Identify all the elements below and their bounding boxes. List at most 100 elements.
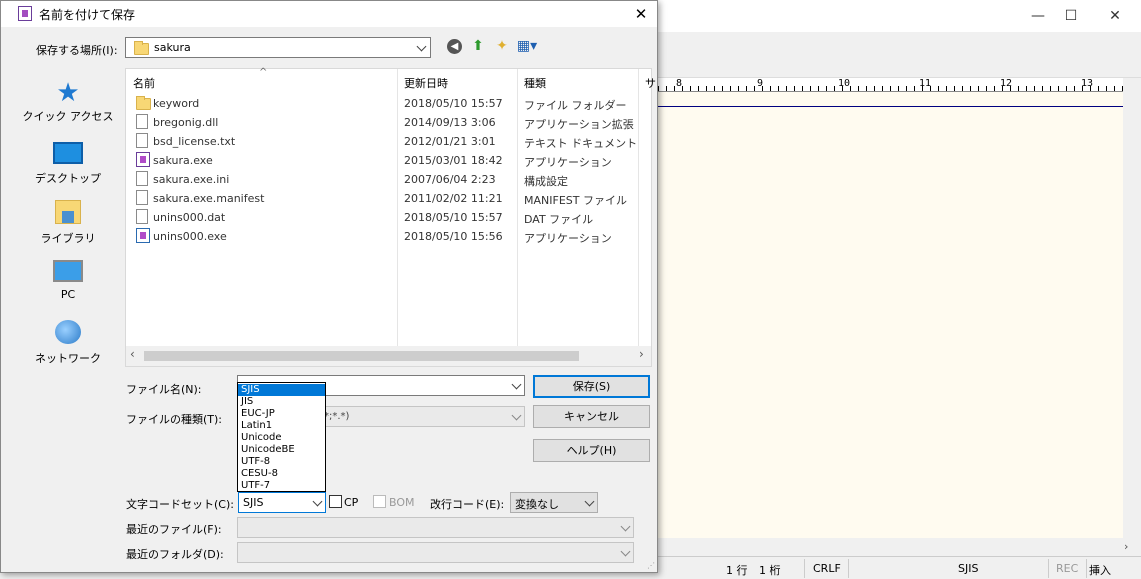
place-pc[interactable]: PC (18, 260, 118, 301)
column-header-size[interactable]: サ (645, 75, 656, 91)
place-network[interactable]: ネットワーク (18, 320, 118, 366)
file-type: DAT ファイル (524, 213, 594, 226)
charset-option-cesu-8[interactable]: CESU-8 (238, 468, 325, 480)
vertical-scrollbar[interactable] (1123, 78, 1141, 538)
file-name: sakura.exe.ini (153, 173, 230, 186)
filename-label: ファイル名(N): (126, 383, 202, 396)
cp-label: CP (344, 496, 359, 509)
list-item[interactable]: bsd_license.txt 2012/01/21 3:01 テキスト ドキュ… (126, 132, 651, 151)
recent-files-label: 最近のファイル(F): (126, 523, 222, 536)
status-encoding: SJIS (958, 562, 979, 575)
list-item[interactable]: bregonig.dll 2014/09/13 3:06 アプリケーション拡張 (126, 113, 651, 132)
place-label: クイック アクセス (22, 110, 114, 123)
save-in-dropdown[interactable]: sakura (125, 37, 431, 58)
sakura-app-icon (136, 152, 150, 167)
save-button[interactable]: 保存(S) (533, 375, 650, 398)
ruler-number: 11 (919, 78, 932, 89)
chevron-down-icon (312, 496, 323, 507)
status-rec: REC (1056, 562, 1079, 575)
charset-option-sjis[interactable]: SJIS (238, 384, 325, 396)
charset-option-unicode[interactable]: Unicode (238, 432, 325, 444)
minimize-button[interactable]: — (1023, 4, 1053, 28)
scrollbar-thumb[interactable] (144, 351, 579, 361)
file-name: bsd_license.txt (153, 135, 236, 148)
bom-checkbox[interactable] (373, 495, 386, 508)
charset-dropdown[interactable]: SJIS (238, 492, 326, 513)
file-name: bregonig.dll (153, 116, 219, 129)
charset-option-euc-jp[interactable]: EUC-JP (238, 408, 325, 420)
file-list[interactable]: 名前 ^ 更新日時 種類 サ keyword 2018/05/10 15:57 … (125, 67, 656, 367)
maximize-button[interactable]: ☐ (1056, 4, 1086, 28)
recent-files-dropdown[interactable] (237, 517, 634, 538)
charset-option-jis[interactable]: JIS (238, 396, 325, 408)
horizontal-scrollbar[interactable]: › (658, 538, 1141, 556)
library-icon (55, 200, 81, 224)
charset-option-unicodebe[interactable]: UnicodeBE (238, 444, 325, 456)
list-item[interactable]: sakura.exe.ini 2007/06/04 2:23 構成設定 (126, 170, 651, 189)
save-in-label: 保存する場所(I): (36, 44, 118, 57)
resize-grip-icon[interactable]: ⋰ (647, 561, 655, 570)
pc-icon (53, 260, 83, 282)
document-area[interactable] (658, 92, 1123, 538)
chevron-down-icon (584, 496, 595, 507)
place-label: デスクトップ (35, 172, 101, 185)
list-item[interactable]: unins000.exe 2018/05/10 15:56 アプリケーション (126, 227, 651, 246)
scroll-right-icon[interactable]: › (639, 347, 644, 361)
close-button[interactable]: ✕ (626, 3, 656, 25)
list-item[interactable]: sakura.exe 2015/03/01 18:42 アプリケーション (126, 151, 651, 170)
list-item[interactable]: unins000.dat 2018/05/10 15:57 DAT ファイル (126, 208, 651, 227)
place-desktop[interactable]: デスクトップ (18, 140, 118, 186)
scroll-left-icon[interactable]: ‹ (130, 347, 135, 361)
star-icon: ★ (56, 78, 80, 108)
list-item[interactable]: keyword 2018/05/10 15:57 ファイル フォルダー (126, 94, 651, 113)
charset-option-utf-7[interactable]: UTF-7 (238, 480, 325, 492)
back-icon[interactable]: ◀ (447, 39, 462, 54)
status-divider (1048, 559, 1049, 578)
file-date: 2018/05/10 15:56 (404, 230, 503, 243)
charset-dropdown-list[interactable]: SJIS JIS EUC-JP Latin1 Unicode UnicodeBE… (237, 382, 326, 492)
newline-dropdown[interactable]: 変換なし (510, 492, 598, 513)
help-button[interactable]: ヘルプ(H) (533, 439, 650, 462)
place-quick-access[interactable]: ★ クイック アクセス (18, 78, 118, 124)
recent-folders-dropdown[interactable] (237, 542, 634, 563)
column-header-date[interactable]: 更新日時 (404, 75, 448, 91)
chevron-down-icon (511, 410, 522, 421)
column-header-type[interactable]: 種類 (524, 75, 546, 91)
place-label: ライブラリ (40, 232, 96, 245)
file-name: unins000.exe (153, 230, 227, 243)
ruler-number: 9 (757, 78, 764, 89)
file-date: 2007/06/04 2:23 (404, 173, 496, 186)
sakura-app-icon (18, 6, 32, 21)
ruler-number: 10 (838, 78, 851, 89)
list-header: 名前 ^ 更新日時 種類 サ (126, 67, 656, 93)
sort-up-icon: ^ (259, 67, 268, 78)
cp-checkbox[interactable] (329, 495, 342, 508)
filetype-value: *;*.*) (324, 411, 350, 422)
chevron-down-icon (511, 379, 522, 390)
charset-option-utf-8[interactable]: UTF-8 (238, 456, 325, 468)
place-libraries[interactable]: ライブラリ (18, 200, 118, 246)
list-horizontal-scrollbar[interactable]: ‹ › (126, 346, 651, 366)
close-button[interactable]: ✕ (1100, 4, 1130, 28)
file-type: アプリケーション (524, 232, 612, 245)
scroll-right-icon[interactable]: › (1124, 540, 1128, 553)
charset-option-latin1[interactable]: Latin1 (238, 420, 325, 432)
chevron-down-icon (620, 546, 631, 557)
up-folder-icon[interactable]: ⬆ (470, 38, 486, 54)
file-date: 2015/03/01 18:42 (404, 154, 503, 167)
column-header-name[interactable]: 名前 (133, 75, 155, 91)
status-column: 1 桁 (759, 564, 781, 577)
places-bar: ★ クイック アクセス デスクトップ ライブラリ PC ネットワーク (18, 66, 118, 466)
status-newline: CRLF (813, 562, 841, 575)
list-item[interactable]: sakura.exe.manifest 2011/02/02 11:21 MAN… (126, 189, 651, 208)
chevron-down-icon (620, 521, 631, 532)
charset-value: SJIS (243, 496, 264, 509)
cancel-button[interactable]: キャンセル (533, 405, 650, 428)
view-menu-icon[interactable]: ▦▾ (516, 38, 538, 54)
network-icon (55, 320, 81, 344)
charset-label: 文字コードセット(C): (126, 498, 234, 511)
dll-file-icon (136, 114, 148, 129)
desktop-icon (53, 142, 83, 164)
new-folder-icon[interactable]: ✦ (494, 38, 510, 54)
status-line: 1 行 (726, 564, 748, 577)
